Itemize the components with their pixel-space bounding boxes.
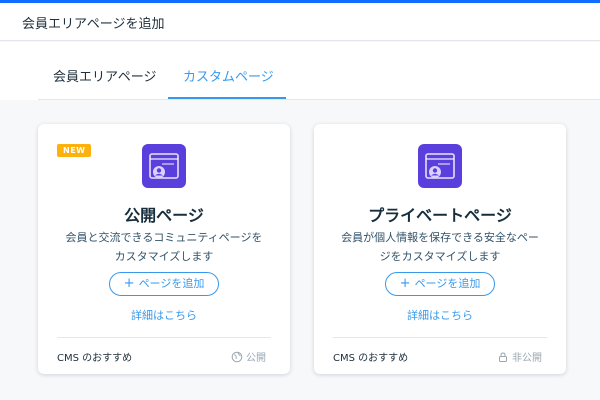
visibility-status: 公開 xyxy=(231,349,266,364)
card-description-line: 会員と交流できるコミュニティページを xyxy=(65,231,263,244)
card-title: 公開ページ xyxy=(124,206,204,225)
add-page-button[interactable]: + ページを追加 xyxy=(109,272,219,296)
details-link[interactable]: 詳細はこちら xyxy=(38,307,290,323)
tab-bar: 会員エリアページ カスタムページ xyxy=(0,42,600,100)
card-title: プライベートページ xyxy=(368,206,512,225)
new-badge: NEW xyxy=(57,144,92,157)
dialog-header: 会員エリアページを追加 xyxy=(0,3,600,41)
add-page-button-label: ページを追加 xyxy=(138,277,205,290)
member-page-icon xyxy=(418,144,462,188)
card-description-line: 会員が個人情報を保存できる安全なペー xyxy=(341,231,539,244)
card-description: 会員が個人情報を保存できる安全なペー ジをカスタマイズします xyxy=(330,228,550,266)
visibility-label: 公開 xyxy=(246,353,266,364)
cms-recommended-label: CMS のおすすめ xyxy=(57,353,133,364)
card-description-line: カスタマイズします xyxy=(114,250,214,263)
private-page-card: プライベートページ 会員が個人情報を保存できる安全なペー ジをカスタマイズします… xyxy=(314,124,566,374)
dialog-title: 会員エリアページを追加 xyxy=(22,17,165,32)
visibility-label: 非公開 xyxy=(512,353,542,364)
cms-recommended-label: CMS のおすすめ xyxy=(333,353,409,364)
public-page-card: NEW 公開ページ 会員と交流できるコミュニティページを カスタマイズします +… xyxy=(38,124,290,374)
add-page-button[interactable]: + ページを追加 xyxy=(385,272,495,296)
lock-icon xyxy=(499,351,507,362)
card-description: 会員と交流できるコミュニティページを カスタマイズします xyxy=(54,228,274,266)
tab-member-area-pages[interactable]: 会員エリアページ xyxy=(53,66,156,85)
visibility-status: 非公開 xyxy=(497,349,542,364)
plus-icon: + xyxy=(123,276,135,291)
tabs-divider xyxy=(38,99,600,100)
card-description-line: ジをカスタマイズします xyxy=(379,250,501,263)
globe-icon xyxy=(231,351,243,362)
card-divider xyxy=(57,337,271,338)
plus-icon: + xyxy=(399,276,411,291)
tab-custom-pages[interactable]: カスタムページ xyxy=(183,66,274,85)
member-page-icon xyxy=(142,144,186,188)
details-link[interactable]: 詳細はこちら xyxy=(314,307,566,323)
card-divider xyxy=(333,337,547,338)
add-page-button-label: ページを追加 xyxy=(414,277,481,290)
